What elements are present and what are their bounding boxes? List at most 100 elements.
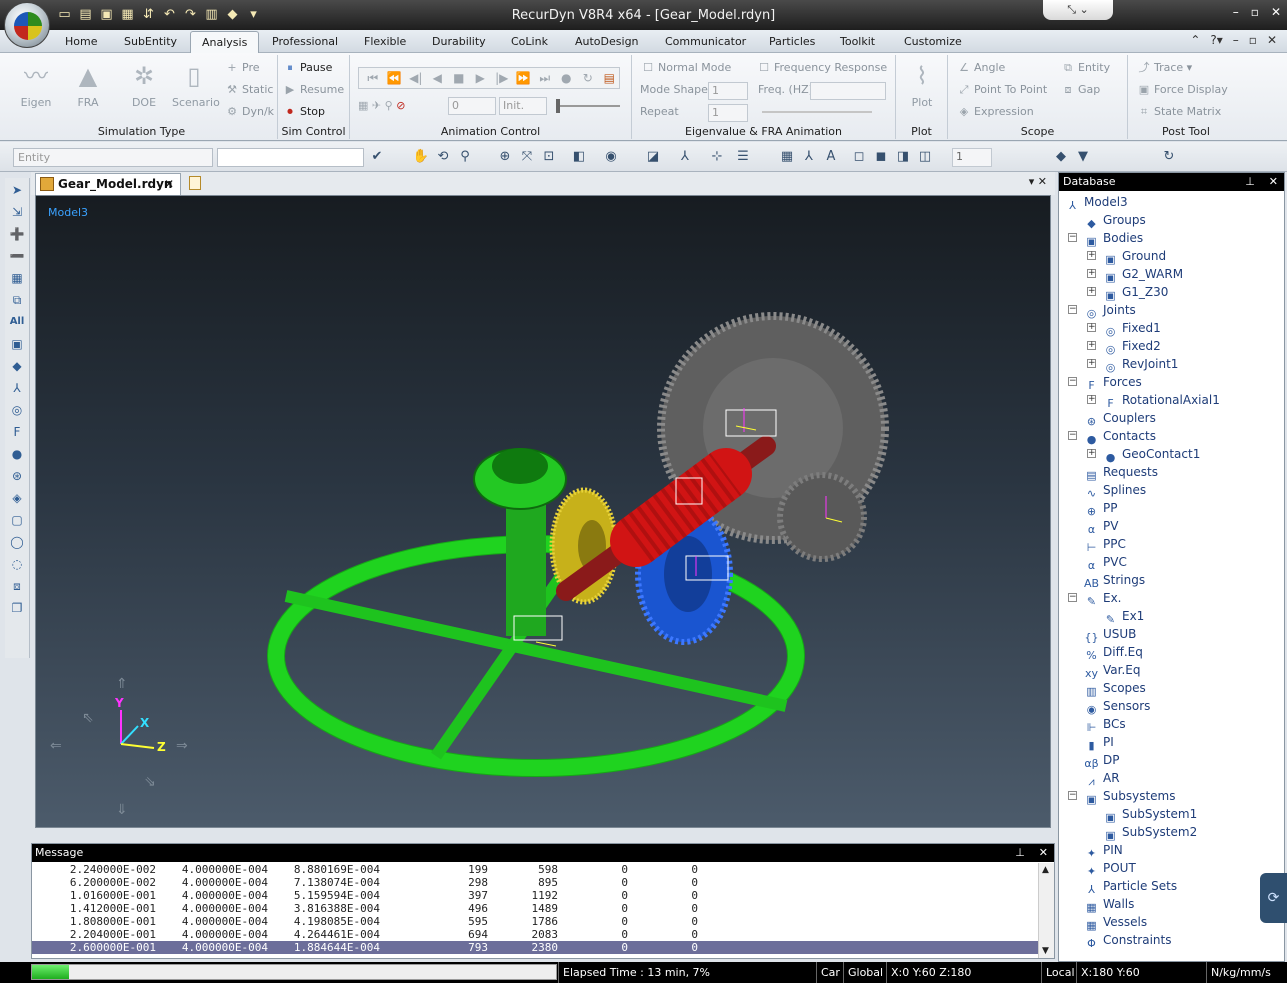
window-select-icon[interactable]: ⧉ [7,290,27,310]
side-dock-button[interactable]: ⟳ [1260,873,1287,923]
collapse-icon[interactable]: − [1068,593,1077,602]
tree-item-ar[interactable]: ⩘ AR [1084,769,1119,788]
select-remove-icon[interactable]: ➖ [7,246,27,266]
layers-filter-icon[interactable]: ❐ [7,598,27,618]
pin-icon[interactable]: ⊥ [1245,173,1255,191]
tree-item-particle-sets[interactable]: ⅄ Particle Sets [1084,877,1177,896]
lasso-select-icon[interactable]: ◌ [7,554,27,574]
doc-close-icon[interactable]: ✕ [1267,33,1277,47]
center-icon[interactable]: ⊕ [496,148,514,166]
repeat-select[interactable]: 1 [708,104,748,122]
close-panel-icon[interactable]: ✕ [1269,173,1278,191]
animation-tools[interactable]: ▦ ✈ ⚲ ⊘ [358,97,405,115]
message-scrollbar[interactable]: ▲ ▼ [1038,863,1054,958]
app-menu-button[interactable] [4,2,50,48]
select-add-icon[interactable]: ➕ [7,224,27,244]
fit-window-icon[interactable]: ⊡ [540,148,558,166]
expand-icon[interactable]: + [1087,341,1096,350]
rect-select-icon[interactable]: ▢ [7,510,27,530]
tree-item-splines[interactable]: ∿ Splines [1084,481,1146,500]
fast-rewind-icon[interactable]: ⏪ [385,71,405,85]
tab-flexible[interactable]: Flexible [364,35,406,48]
unit-system[interactable]: N/kg/mm/s [1206,962,1271,983]
grid-icon[interactable]: ▦ [778,148,796,166]
stop-button[interactable]: ⏺ Stop [282,103,325,121]
minimize-button[interactable]: – [1233,5,1239,19]
tree-item-groups[interactable]: ◆ Groups [1084,211,1146,230]
tab-communicator[interactable]: Communicator [665,35,746,48]
refresh-icon[interactable]: ↻ [1160,148,1178,166]
doc-restore-icon[interactable]: ▫ [1249,33,1257,47]
message-row[interactable]: 2.600000E-001 4.000000E-004 1.884644E-004 7… [32,941,1038,954]
tree-item-var-eq[interactable]: xy Var.Eq [1084,661,1141,680]
tree-item-vessels[interactable]: ▦ Vessels [1084,913,1147,932]
pre-button[interactable]: + Pre [224,59,259,77]
collapse-icon[interactable]: − [1068,791,1077,800]
tree-item-fixed2[interactable]: + ◎ Fixed2 [1087,337,1161,356]
tab-analysis[interactable]: Analysis [190,31,260,54]
tab-customize[interactable]: Customize [904,35,962,48]
tree-item-revjoint1[interactable]: + ◎ RevJoint1 [1087,355,1178,374]
tab-subentity[interactable]: SubEntity [124,35,177,48]
step-forward-icon[interactable]: |▶ [492,71,512,85]
init-input[interactable]: Init. [499,97,547,115]
message-row[interactable]: 1.808000E-001 4.000000E-004 4.198085E-004 5… [32,915,1038,928]
circle-select-icon[interactable]: ◯ [7,532,27,552]
angle-button[interactable]: ∠ Angle [956,59,1005,77]
tree-item-couplers[interactable]: ⊛ Couplers [1084,409,1156,428]
grid-select-icon[interactable]: ▦ [7,268,27,288]
tree-item-ground[interactable]: + ▣ Ground [1087,247,1166,266]
pin-icon[interactable]: ⊥ [1015,844,1025,862]
tree-item-contacts[interactable]: − ● Contacts [1068,427,1156,446]
tree-item-ppc[interactable]: ⊢ PPC [1084,535,1126,554]
slider-thumb[interactable] [556,99,560,113]
coord-system-car[interactable]: Car [816,962,840,983]
layers-icon[interactable]: ▤ [600,71,620,85]
frame-input[interactable]: 0 [448,97,496,115]
loop-icon[interactable]: ↻ [578,71,598,85]
normal-mode-check[interactable]: ☐ Normal Mode [640,59,731,77]
layer-select[interactable]: 1 [952,148,992,167]
tree-item-subsystem2[interactable]: ▣ SubSystem2 [1103,823,1197,842]
plot-button[interactable]: ⌇ Plot [900,61,944,109]
no-animation-icon[interactable]: ⊘ [396,99,405,112]
maximize-button[interactable]: ▫ [1251,5,1259,19]
tree-item-dp[interactable]: αβ DP [1084,751,1119,770]
frequency-response-check[interactable]: ☐ Frequency Response [756,59,887,77]
fast-forward-icon[interactable]: ⏩ [514,71,534,85]
tree-item-scopes[interactable]: ▥ Scopes [1084,679,1146,698]
tree-item-g1-z30[interactable]: + ▣ G1_Z30 [1087,283,1168,302]
tab-colink[interactable]: CoLink [511,35,548,48]
coord-frame-local[interactable]: Local [1041,962,1075,983]
chevron-down-icon[interactable]: ⌄ [1080,3,1089,16]
triad-icon[interactable]: ⅄ [800,148,818,166]
trace-button[interactable]: ⤴ Trace ▾ [1136,59,1193,77]
frame-slider[interactable] [556,99,620,113]
tree-item-fixed1[interactable]: + ◎ Fixed1 [1087,319,1161,338]
tree-item-bcs[interactable]: ⊩ BCs [1084,715,1126,734]
contact-filter-icon[interactable]: ● [7,444,27,464]
fit-icon[interactable]: ⤧ [518,148,536,166]
render-mode-icon[interactable]: ◉ [602,148,620,166]
copy-icon[interactable]: ⧈ [7,576,27,596]
pause-button[interactable]: ⏸ Pause [282,59,332,77]
collapse-icon[interactable]: − [1068,233,1077,242]
entity-name-field[interactable] [217,148,364,167]
rotate-icon[interactable]: ⟲ [434,148,452,166]
gap-button[interactable]: ⧈ Gap [1060,81,1101,99]
tree-item-subsystems[interactable]: − ▣ Subsystems [1068,787,1175,806]
tab-autodesign[interactable]: AutoDesign [575,35,639,48]
step-back-icon[interactable]: ◀| [406,71,426,85]
transparent-icon[interactable]: ◫ [916,148,934,166]
tree-item-ex1[interactable]: ✎ Ex1 [1103,607,1144,626]
tab-toolkit[interactable]: Toolkit [840,35,875,48]
anim-tool-3-icon[interactable]: ⚲ [385,99,393,112]
play-back-icon[interactable]: ◀ [428,71,448,85]
tree-item-joints[interactable]: − ◎ Joints [1068,301,1136,320]
entity-combo[interactable]: Entity [13,148,213,167]
geometry-filter-icon[interactable]: ◆ [7,356,27,376]
help-strip[interactable]: ⤡ ⌄ [1043,0,1113,20]
scroll-down-icon[interactable]: ▼ [1042,946,1049,956]
marker-icon[interactable]: ⊹ [708,148,726,166]
close-tab-icon[interactable]: ✕ [164,174,174,194]
